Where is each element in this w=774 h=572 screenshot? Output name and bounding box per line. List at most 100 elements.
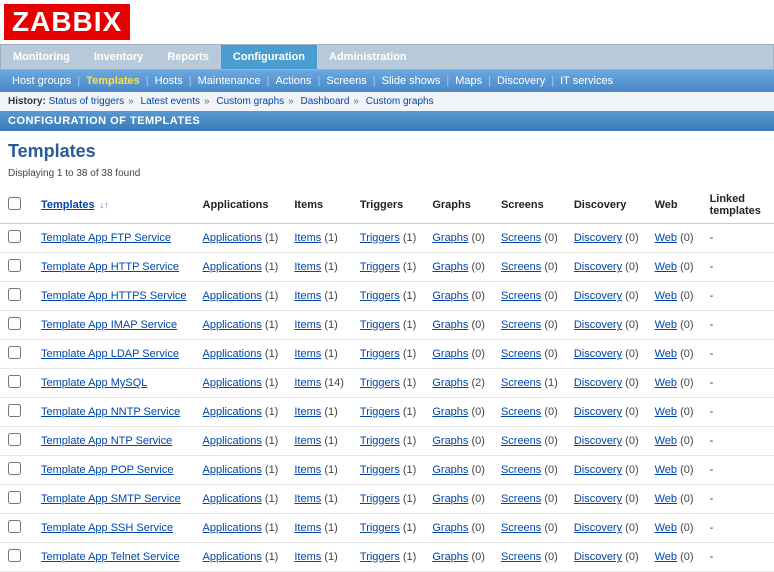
items-link[interactable]: Items	[294, 493, 321, 505]
triggers-link[interactable]: Triggers	[360, 522, 400, 534]
graphs-link[interactable]: Graphs	[432, 435, 468, 447]
applications-link[interactable]: Applications	[203, 377, 262, 389]
graphs-link[interactable]: Graphs	[432, 551, 468, 563]
row-checkbox[interactable]	[8, 433, 21, 446]
triggers-link[interactable]: Triggers	[360, 232, 400, 244]
discovery-link[interactable]: Discovery	[574, 551, 622, 563]
sub-tab-slide-shows[interactable]: Slide shows	[378, 75, 445, 87]
applications-link[interactable]: Applications	[203, 348, 262, 360]
history-link[interactable]: Dashboard	[301, 96, 350, 107]
applications-link[interactable]: Applications	[203, 261, 262, 273]
template-name-link[interactable]: Template App Telnet Service	[41, 551, 180, 563]
discovery-link[interactable]: Discovery	[574, 232, 622, 244]
row-checkbox[interactable]	[8, 288, 21, 301]
template-name-link[interactable]: Template App MySQL	[41, 377, 147, 389]
discovery-link[interactable]: Discovery	[574, 464, 622, 476]
items-link[interactable]: Items	[294, 435, 321, 447]
main-tab-configuration[interactable]: Configuration	[221, 45, 317, 69]
graphs-link[interactable]: Graphs	[432, 522, 468, 534]
web-link[interactable]: Web	[655, 377, 677, 389]
web-link[interactable]: Web	[655, 319, 677, 331]
sort-templates-link[interactable]: Templates	[41, 199, 95, 211]
col-templates-header[interactable]: Templates ↓↑	[33, 187, 195, 224]
screens-link[interactable]: Screens	[501, 261, 541, 273]
history-link[interactable]: Status of triggers	[49, 96, 125, 107]
triggers-link[interactable]: Triggers	[360, 290, 400, 302]
history-link[interactable]: Latest events	[141, 96, 200, 107]
applications-link[interactable]: Applications	[203, 464, 262, 476]
screens-link[interactable]: Screens	[501, 464, 541, 476]
screens-link[interactable]: Screens	[501, 377, 541, 389]
row-checkbox[interactable]	[8, 520, 21, 533]
triggers-link[interactable]: Triggers	[360, 406, 400, 418]
history-link[interactable]: Custom graphs	[366, 96, 434, 107]
graphs-link[interactable]: Graphs	[432, 261, 468, 273]
row-checkbox[interactable]	[8, 259, 21, 272]
screens-link[interactable]: Screens	[501, 435, 541, 447]
template-name-link[interactable]: Template App LDAP Service	[41, 348, 179, 360]
web-link[interactable]: Web	[655, 232, 677, 244]
applications-link[interactable]: Applications	[203, 435, 262, 447]
screens-link[interactable]: Screens	[501, 493, 541, 505]
graphs-link[interactable]: Graphs	[432, 493, 468, 505]
applications-link[interactable]: Applications	[203, 319, 262, 331]
graphs-link[interactable]: Graphs	[432, 377, 468, 389]
row-checkbox[interactable]	[8, 491, 21, 504]
sub-tab-host-groups[interactable]: Host groups	[8, 75, 75, 87]
web-link[interactable]: Web	[655, 348, 677, 360]
history-link[interactable]: Custom graphs	[216, 96, 284, 107]
template-name-link[interactable]: Template App HTTP Service	[41, 261, 179, 273]
items-link[interactable]: Items	[294, 348, 321, 360]
applications-link[interactable]: Applications	[203, 522, 262, 534]
discovery-link[interactable]: Discovery	[574, 377, 622, 389]
items-link[interactable]: Items	[294, 319, 321, 331]
sub-tab-it-services[interactable]: IT services	[556, 75, 617, 87]
screens-link[interactable]: Screens	[501, 232, 541, 244]
template-name-link[interactable]: Template App SMTP Service	[41, 493, 181, 505]
items-link[interactable]: Items	[294, 290, 321, 302]
triggers-link[interactable]: Triggers	[360, 435, 400, 447]
template-name-link[interactable]: Template App POP Service	[41, 464, 173, 476]
select-all-checkbox[interactable]	[8, 197, 21, 210]
applications-link[interactable]: Applications	[203, 551, 262, 563]
discovery-link[interactable]: Discovery	[574, 406, 622, 418]
graphs-link[interactable]: Graphs	[432, 232, 468, 244]
triggers-link[interactable]: Triggers	[360, 493, 400, 505]
triggers-link[interactable]: Triggers	[360, 464, 400, 476]
items-link[interactable]: Items	[294, 406, 321, 418]
applications-link[interactable]: Applications	[203, 493, 262, 505]
items-link[interactable]: Items	[294, 551, 321, 563]
screens-link[interactable]: Screens	[501, 551, 541, 563]
screens-link[interactable]: Screens	[501, 319, 541, 331]
template-name-link[interactable]: Template App FTP Service	[41, 232, 171, 244]
discovery-link[interactable]: Discovery	[574, 319, 622, 331]
web-link[interactable]: Web	[655, 406, 677, 418]
discovery-link[interactable]: Discovery	[574, 290, 622, 302]
row-checkbox[interactable]	[8, 404, 21, 417]
discovery-link[interactable]: Discovery	[574, 493, 622, 505]
items-link[interactable]: Items	[294, 377, 321, 389]
triggers-link[interactable]: Triggers	[360, 348, 400, 360]
web-link[interactable]: Web	[655, 551, 677, 563]
items-link[interactable]: Items	[294, 232, 321, 244]
template-name-link[interactable]: Template App HTTPS Service	[41, 290, 187, 302]
items-link[interactable]: Items	[294, 522, 321, 534]
row-checkbox[interactable]	[8, 462, 21, 475]
row-checkbox[interactable]	[8, 317, 21, 330]
screens-link[interactable]: Screens	[501, 348, 541, 360]
template-name-link[interactable]: Template App NTP Service	[41, 435, 172, 447]
discovery-link[interactable]: Discovery	[574, 261, 622, 273]
main-tab-inventory[interactable]: Inventory	[82, 45, 156, 69]
applications-link[interactable]: Applications	[203, 232, 262, 244]
row-checkbox[interactable]	[8, 346, 21, 359]
sub-tab-discovery[interactable]: Discovery	[493, 75, 549, 87]
web-link[interactable]: Web	[655, 493, 677, 505]
main-tab-monitoring[interactable]: Monitoring	[1, 45, 82, 69]
graphs-link[interactable]: Graphs	[432, 290, 468, 302]
row-checkbox[interactable]	[8, 549, 21, 562]
main-tab-administration[interactable]: Administration	[317, 45, 419, 69]
triggers-link[interactable]: Triggers	[360, 377, 400, 389]
sub-tab-maintenance[interactable]: Maintenance	[194, 75, 265, 87]
applications-link[interactable]: Applications	[203, 406, 262, 418]
web-link[interactable]: Web	[655, 290, 677, 302]
